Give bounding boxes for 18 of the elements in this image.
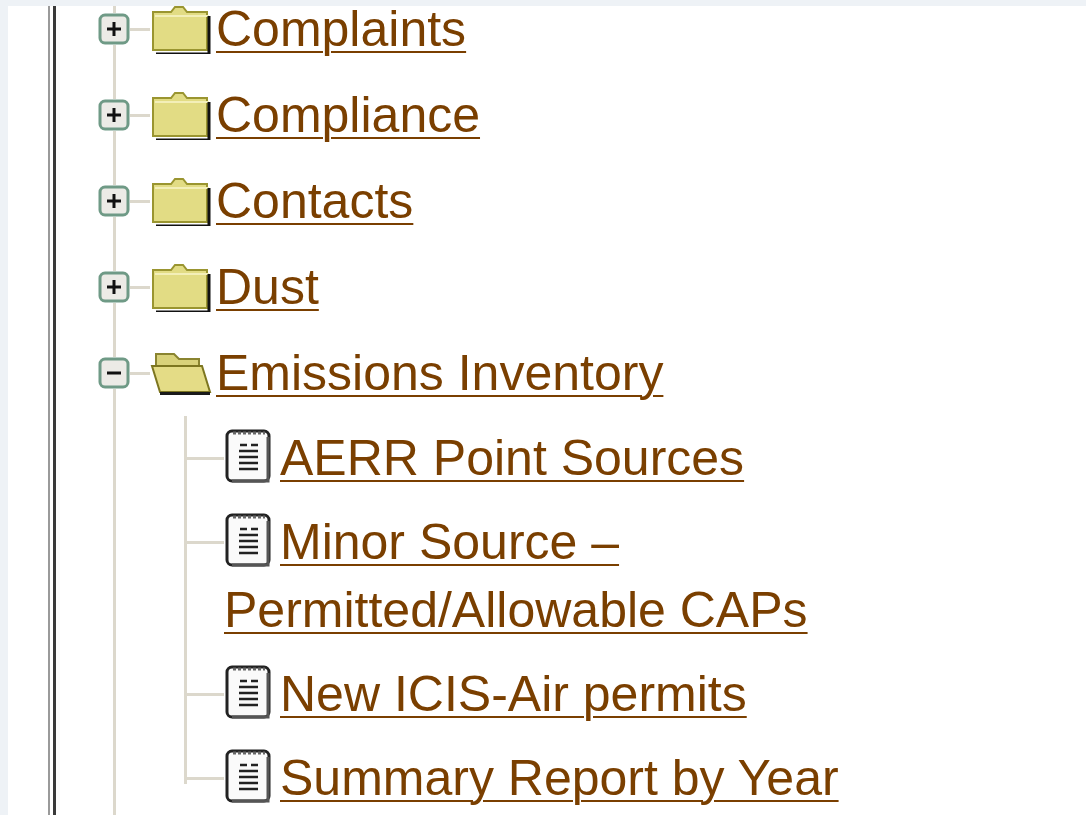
document-icon bbox=[224, 427, 274, 485]
expand-button[interactable] bbox=[98, 271, 130, 303]
document-link[interactable]: Minor Source – Permitted/Allowable CAPs bbox=[224, 508, 1056, 644]
collapse-button[interactable] bbox=[98, 357, 130, 389]
expand-button[interactable] bbox=[98, 185, 130, 217]
expand-button[interactable] bbox=[98, 13, 130, 45]
document-icon bbox=[224, 663, 274, 721]
folder-link[interactable]: Dust bbox=[216, 251, 319, 323]
folder-link[interactable]: Complaints bbox=[216, 6, 467, 65]
folder-link[interactable]: Contacts bbox=[216, 165, 414, 237]
document-icon bbox=[224, 511, 274, 569]
document-link[interactable]: AERR Point Sources bbox=[224, 424, 1056, 492]
folder-link[interactable]: Emissions Inventory bbox=[216, 337, 664, 409]
document-link[interactable]: Summary Report by Year bbox=[224, 744, 1056, 812]
expand-button[interactable] bbox=[98, 99, 130, 131]
document-link[interactable]: New ICIS-Air permits bbox=[224, 660, 1056, 728]
folder-link[interactable]: Compliance bbox=[216, 79, 480, 151]
document-icon bbox=[224, 747, 274, 805]
